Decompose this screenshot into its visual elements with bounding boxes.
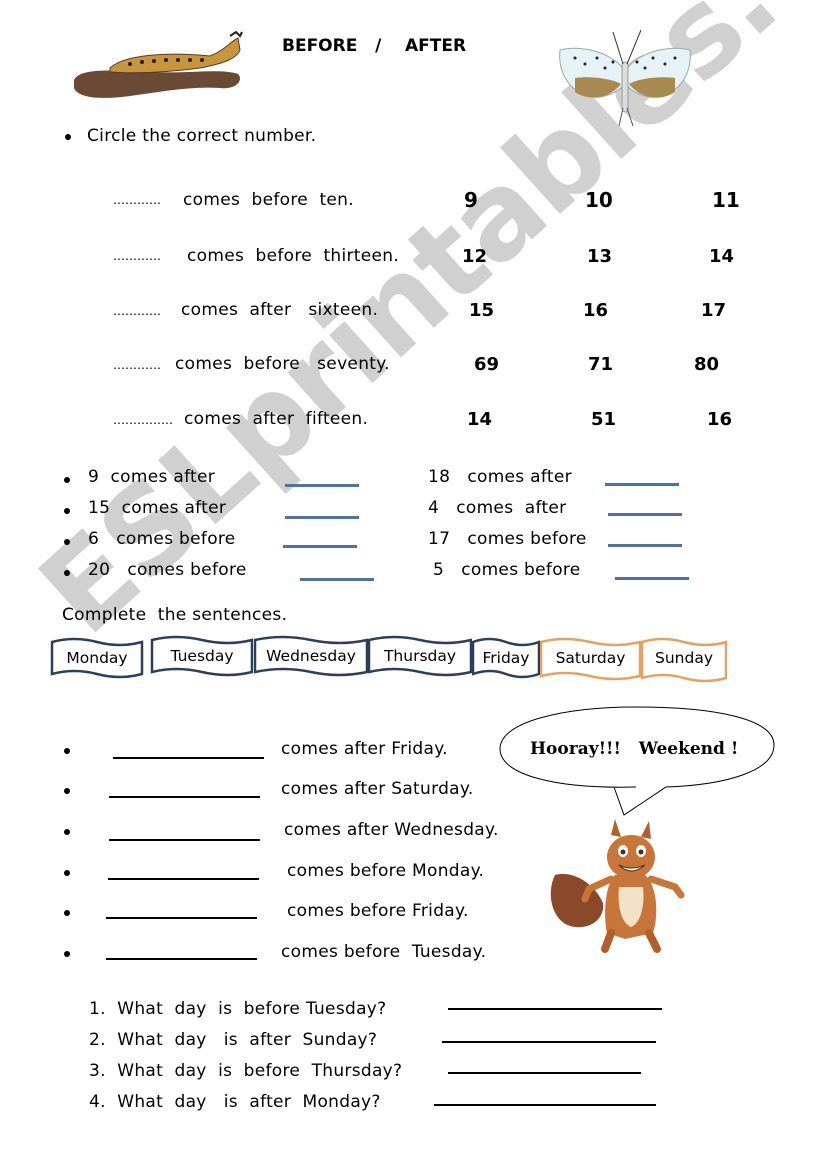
answer-line[interactable] [434, 1104, 656, 1106]
blank-dots[interactable]: ………… [113, 304, 161, 318]
answer-line[interactable] [615, 577, 689, 580]
option-number[interactable]: 16 [707, 409, 732, 430]
sentence-text: comes after Wednesday. [284, 820, 499, 840]
option-number[interactable]: 14 [467, 409, 492, 430]
bullet [64, 748, 70, 754]
right-statement: 17 comes before [428, 529, 587, 549]
day-card-saturday: Saturday [540, 636, 641, 681]
day-label: Tuesday [170, 647, 234, 665]
day-card-monday: Monday [50, 636, 144, 680]
right-statement: 18 comes after [428, 467, 572, 487]
blank-dots[interactable]: …………… [113, 413, 173, 427]
bullet [64, 539, 70, 545]
option-number[interactable]: 15 [469, 300, 494, 321]
option-number[interactable]: 10 [585, 188, 613, 212]
sentence-text: comes after Friday. [281, 739, 448, 759]
right-statement: 4 comes after [428, 498, 567, 518]
day-card-sunday: Sunday [641, 636, 727, 683]
instruction-circle: Circle the correct number. [87, 126, 317, 146]
day-card-friday: Friday [472, 636, 540, 680]
bullet [64, 870, 70, 876]
day-label: Thursday [383, 647, 457, 665]
answer-line[interactable] [113, 757, 264, 759]
option-number[interactable]: 13 [587, 246, 612, 267]
option-number[interactable]: 71 [588, 354, 613, 375]
page-title: BEFORE / AFTER [282, 36, 467, 56]
answer-line[interactable] [106, 917, 257, 919]
answer-line[interactable] [109, 839, 260, 841]
bullet [64, 508, 70, 514]
day-label: Saturday [555, 649, 626, 667]
question-text: 1. What day is before Tuesday? [89, 999, 387, 1019]
day-label: Friday [482, 649, 530, 667]
bubble-text: Hooray!!! Weekend ! [530, 739, 739, 759]
left-statement: 9 comes after [88, 467, 216, 487]
row-text: comes after fifteen. [184, 409, 369, 429]
answer-line[interactable] [442, 1041, 656, 1043]
left-statement: 20 comes before [88, 560, 247, 580]
sentence-text: comes after Saturday. [281, 779, 474, 799]
day-card-thursday: Thursday [368, 634, 472, 678]
answer-line[interactable] [106, 958, 257, 960]
option-number[interactable]: 9 [464, 188, 478, 212]
instruction-complete: Complete the sentences. [62, 605, 288, 625]
row-text: comes before ten. [183, 190, 354, 210]
question-text: 4. What day is after Monday? [89, 1092, 381, 1112]
option-number[interactable]: 69 [474, 354, 499, 375]
row-text: comes before seventy. [175, 354, 390, 374]
option-number[interactable]: 17 [701, 300, 726, 321]
sentence-text: comes before Friday. [287, 901, 469, 921]
caterpillar-image [74, 30, 243, 98]
day-label: Wednesday [266, 647, 356, 665]
answer-line[interactable] [608, 513, 682, 516]
answer-line[interactable] [448, 1008, 662, 1010]
bullet [64, 570, 70, 576]
answer-line[interactable] [300, 578, 374, 581]
moth-image [559, 29, 691, 127]
option-number[interactable]: 11 [712, 188, 740, 212]
day-card-wednesday: Wednesday [254, 634, 368, 678]
question-text: 2. What day is after Sunday? [89, 1030, 378, 1050]
left-statement: 6 comes before [88, 529, 236, 549]
sentence-text: comes before Tuesday. [281, 942, 487, 962]
bullet [64, 829, 70, 835]
answer-line[interactable] [608, 544, 682, 547]
row-text: comes before thirteen. [187, 246, 400, 266]
day-label: Monday [66, 649, 128, 667]
bullet [64, 910, 70, 916]
blank-dots[interactable]: ………… [113, 358, 161, 372]
blank-dots[interactable]: ………… [113, 249, 161, 263]
option-number[interactable]: 51 [591, 409, 616, 430]
question-text: 3. What day is before Thursday? [89, 1061, 403, 1081]
day-card-tuesday: Tuesday [150, 634, 254, 678]
bullet [64, 788, 70, 794]
row-text: comes after sixteen. [181, 300, 379, 320]
bullet [65, 134, 71, 140]
squirrel-image [550, 819, 685, 953]
option-number[interactable]: 16 [583, 300, 608, 321]
option-number[interactable]: 12 [462, 246, 487, 267]
option-number[interactable]: 80 [694, 354, 719, 375]
right-statement: 5 comes before [433, 560, 581, 580]
answer-line[interactable] [448, 1072, 641, 1074]
answer-line[interactable] [285, 516, 359, 519]
left-statement: 15 comes after [88, 498, 227, 518]
speech-bubble [499, 706, 775, 816]
sentence-text: comes before Monday. [287, 861, 485, 881]
option-number[interactable]: 14 [709, 246, 734, 267]
answer-line[interactable] [283, 545, 357, 548]
blank-dots[interactable]: ………… [113, 193, 161, 207]
answer-line[interactable] [285, 484, 359, 487]
answer-line[interactable] [605, 483, 679, 486]
day-label: Sunday [655, 649, 713, 667]
answer-line[interactable] [109, 796, 260, 798]
answer-line[interactable] [108, 878, 259, 880]
bullet [64, 477, 70, 483]
bullet [64, 951, 70, 957]
